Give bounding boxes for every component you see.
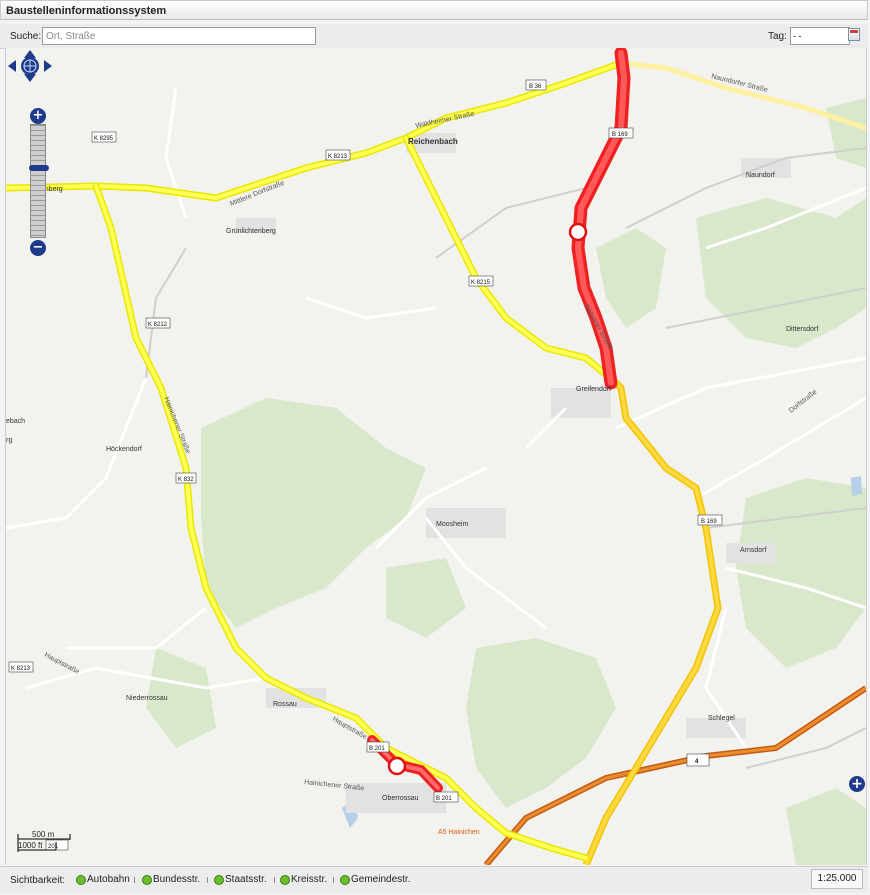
road-shield: B 169 [701, 519, 717, 525]
map-svg: Reichenbach Ehrenberg Grünlichtenberg Na… [6, 48, 866, 865]
app-window: Baustelleninformationssystem Suche: Tag: [0, 0, 870, 895]
scale-bar: 500 m 1000 ft [16, 830, 86, 854]
place-label: Arnsdorf [740, 547, 767, 554]
day-input[interactable] [790, 27, 850, 45]
construction-marker [568, 222, 588, 242]
pan-control[interactable] [6, 48, 54, 84]
road-shield: K 8212 [148, 322, 168, 328]
zoom-control: + − [29, 108, 49, 258]
map-canvas[interactable]: Reichenbach Ehrenberg Grünlichtenberg Na… [5, 48, 867, 865]
layer-toggle-bundesstr[interactable]: Bundesstr. [142, 874, 200, 885]
search-label: Suche: [10, 31, 42, 42]
layer-toggle-kreisstr[interactable]: Kreisstr. [280, 874, 327, 885]
pan-up-icon [24, 50, 36, 58]
layer-switcher-button[interactable]: + [849, 776, 865, 792]
place-label: Grünlichtenberg [226, 228, 276, 235]
road-shield: K 8295 [94, 136, 114, 142]
place-label: Dittersdorf [786, 326, 818, 333]
place-label: rg [6, 437, 12, 444]
place-label: Oberrossau [382, 795, 419, 802]
road-shield: K 8213 [328, 154, 348, 160]
app-title: Baustelleninformationssystem [6, 5, 167, 17]
road-shield: B 201 [436, 796, 452, 802]
place-label: Schlegel [708, 715, 735, 722]
place-label: Rossau [273, 701, 297, 708]
checkbox-icon [76, 874, 86, 885]
street-label: A5 Hainichen [438, 829, 480, 836]
scale-metric: 500 m [32, 830, 55, 839]
scale-imperial: 1000 ft [18, 841, 43, 850]
checkbox-icon [280, 874, 290, 885]
place-label: Niederrossau [126, 695, 168, 702]
title-bar: Baustelleninformationssystem [0, 0, 868, 20]
zoom-in-button[interactable]: + [30, 108, 46, 124]
road-shield: B 169 [612, 132, 628, 138]
search-input[interactable] [42, 27, 316, 45]
place-label: Naundorf [746, 172, 775, 179]
place-label: Reichenbach [408, 137, 458, 146]
layer-toggle-autobahn[interactable]: Autobahn [76, 874, 130, 885]
layer-toggle-staatsstr[interactable]: Staatsstr. [214, 874, 267, 885]
place-label: Moosheim [436, 521, 468, 528]
day-label: Tag: [768, 31, 787, 42]
road-shield: K 8213 [11, 666, 31, 672]
zoom-slider[interactable] [29, 124, 49, 238]
status-bar: Sichtbarkeit: Autobahn Bundesstr. Staats… [0, 866, 868, 893]
place-label: Höckendorf [106, 446, 142, 453]
visibility-label: Sichtbarkeit: [10, 875, 66, 886]
checkbox-icon [340, 874, 350, 885]
place-label: Greifendorf [576, 386, 611, 393]
map-scale-value: 1:25.000 [811, 869, 863, 889]
zoom-handle[interactable] [29, 165, 49, 171]
calendar-icon[interactable] [848, 28, 860, 41]
pan-right-icon [44, 60, 52, 72]
layer-toggle-gemeindestr[interactable]: Gemeindestr. [340, 874, 410, 885]
zoom-out-button[interactable]: − [30, 240, 46, 256]
road-shield: B 201 [369, 746, 385, 752]
pan-left-icon [8, 60, 16, 72]
checkbox-icon [214, 874, 224, 885]
checkbox-icon [142, 874, 152, 885]
pan-down-icon [24, 74, 36, 82]
road-shield: B 36 [529, 84, 542, 90]
road-shield: K 832 [178, 477, 194, 483]
road-shield: K 8215 [471, 280, 491, 286]
construction-marker [387, 756, 407, 776]
toolbar: Suche: Tag: [0, 24, 868, 49]
place-label: ebach [6, 418, 25, 425]
